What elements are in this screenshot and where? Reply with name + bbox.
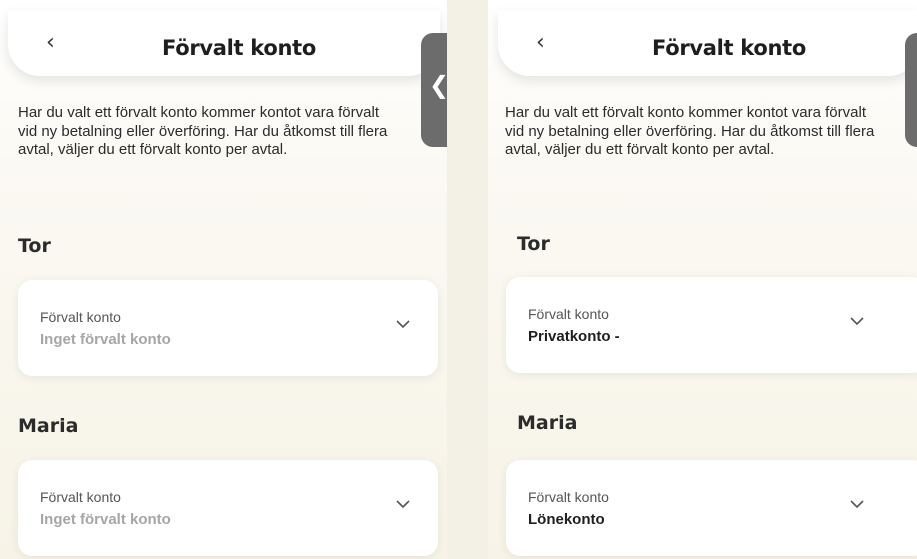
- chevron-left-icon: ❮: [429, 71, 447, 99]
- intro-text: Har du valt ett förvalt konto kommer kon…: [505, 104, 875, 158]
- default-account-select-tor[interactable]: Förvalt konto Privatkonto -: [506, 277, 917, 373]
- select-label: Förvalt konto: [40, 309, 121, 325]
- back-icon[interactable]: ‹: [536, 30, 545, 55]
- default-account-select-maria[interactable]: Förvalt konto Inget förvalt konto: [18, 460, 438, 556]
- back-icon[interactable]: ‹: [46, 30, 55, 55]
- agreement-name-maria: Maria: [517, 412, 578, 434]
- agreement-name-maria: Maria: [18, 415, 79, 437]
- screen-before: ‹ Förvalt konto Har du valt ett förvalt …: [0, 0, 447, 559]
- intro-text: Har du valt ett förvalt konto kommer kon…: [18, 104, 388, 158]
- screen-after: ‹ Förvalt konto Har du valt ett förvalt …: [488, 0, 917, 559]
- default-account-select-tor[interactable]: Förvalt konto Inget förvalt konto: [18, 280, 438, 376]
- select-label: Förvalt konto: [528, 489, 609, 505]
- top-bar: ‹ Förvalt konto: [498, 10, 917, 76]
- chevron-down-icon: [850, 500, 864, 509]
- page-title: Förvalt konto: [652, 36, 807, 60]
- select-label: Förvalt konto: [528, 306, 609, 322]
- default-account-select-maria[interactable]: Förvalt konto Lönekonto: [506, 460, 917, 556]
- select-label: Förvalt konto: [40, 489, 121, 505]
- side-panel-handle[interactable]: [905, 33, 917, 147]
- chevron-down-icon: [396, 500, 410, 509]
- select-value: Privatkonto -: [528, 328, 620, 345]
- select-value: Inget förvalt konto: [40, 511, 171, 528]
- page-title: Förvalt konto: [162, 36, 317, 60]
- agreement-name-tor: Tor: [18, 235, 51, 257]
- select-value: Inget förvalt konto: [40, 331, 171, 348]
- top-bar: ‹ Förvalt konto: [8, 10, 440, 76]
- select-value: Lönekonto: [528, 511, 605, 528]
- agreement-name-tor: Tor: [517, 233, 550, 255]
- chevron-down-icon: [850, 317, 864, 326]
- chevron-down-icon: [396, 320, 410, 329]
- side-panel-handle[interactable]: ❮: [421, 33, 447, 147]
